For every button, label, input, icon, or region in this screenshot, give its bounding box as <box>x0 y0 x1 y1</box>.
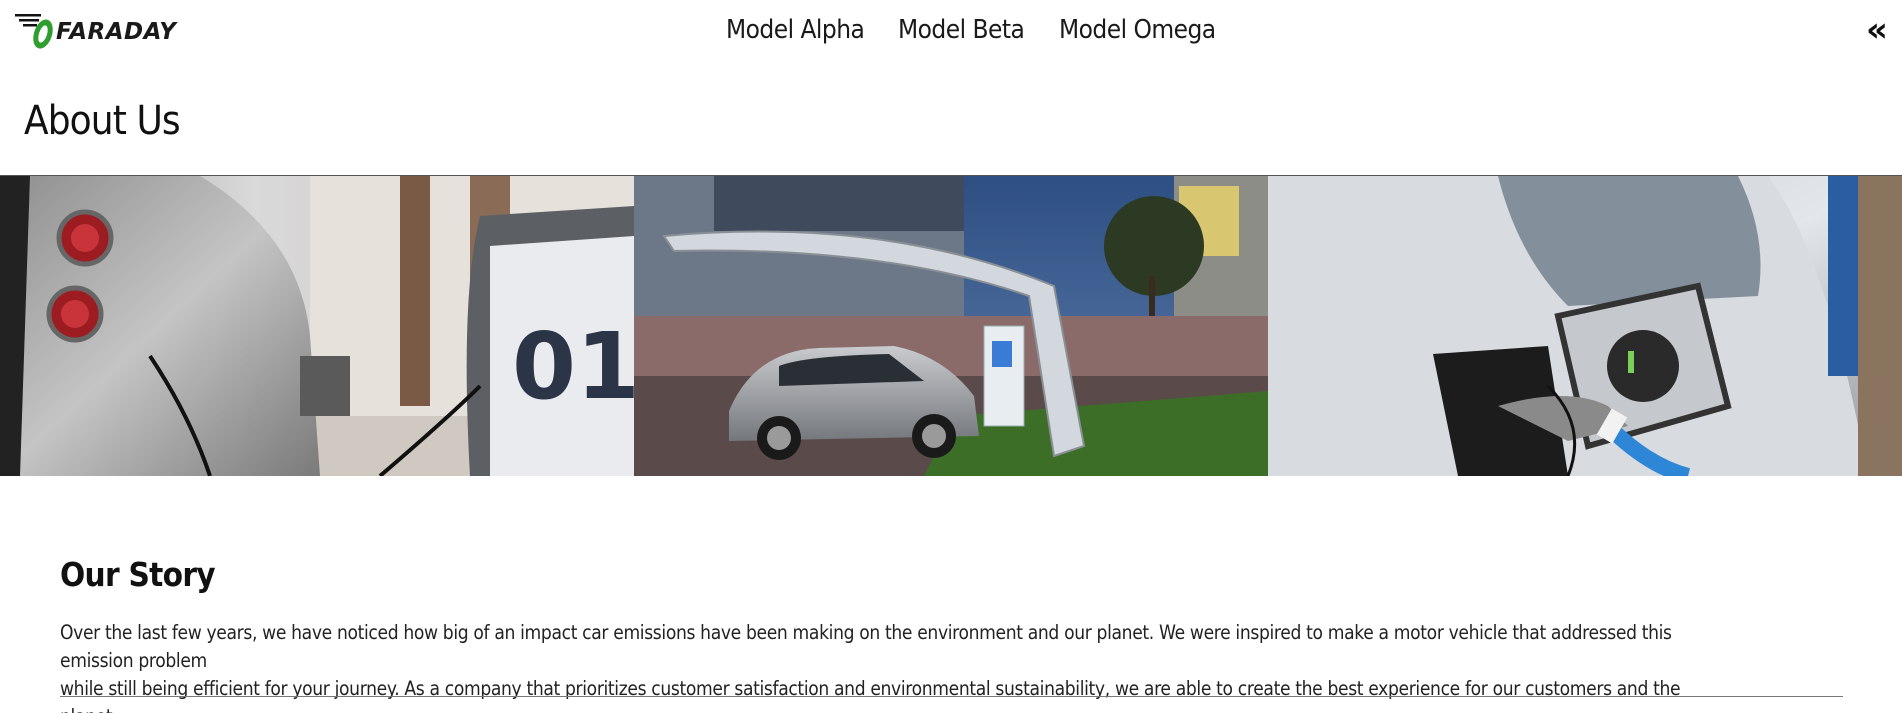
main-nav: Model Alpha Model Beta Model Omega <box>726 15 1216 45</box>
top-navigation-bar: FARADAY Model Alpha Model Beta Model Ome… <box>0 0 1902 68</box>
section-divider <box>60 696 1843 697</box>
nav-link-model-beta[interactable]: Model Beta <box>898 15 1025 45</box>
nav-link-model-omega[interactable]: Model Omega <box>1059 15 1216 45</box>
hero-image-charging-port <box>1268 176 1902 476</box>
story-paragraph-line-1: Over the last few years, we have noticed… <box>60 621 1672 672</box>
brand-logo[interactable]: FARADAY <box>15 12 176 52</box>
story-paragraph-line-2: while still being efficient for your jou… <box>60 677 1681 713</box>
story-paragraph: Over the last few years, we have noticed… <box>60 619 1688 713</box>
hero-image-strip: 01 <box>0 175 1902 476</box>
double-chevron-left-icon[interactable]: « <box>1866 10 1888 50</box>
page-title: About Us <box>24 98 181 144</box>
brand-logo-mark-icon <box>15 14 53 49</box>
story-heading: Our Story <box>60 555 216 594</box>
nav-link-model-alpha[interactable]: Model Alpha <box>726 15 865 45</box>
brand-name: FARADAY <box>56 19 177 45</box>
hero-image-car-under-canopy <box>634 176 1268 476</box>
station-number: 01 <box>512 313 634 420</box>
hero-image-charging-station-01: 01 <box>0 176 634 476</box>
